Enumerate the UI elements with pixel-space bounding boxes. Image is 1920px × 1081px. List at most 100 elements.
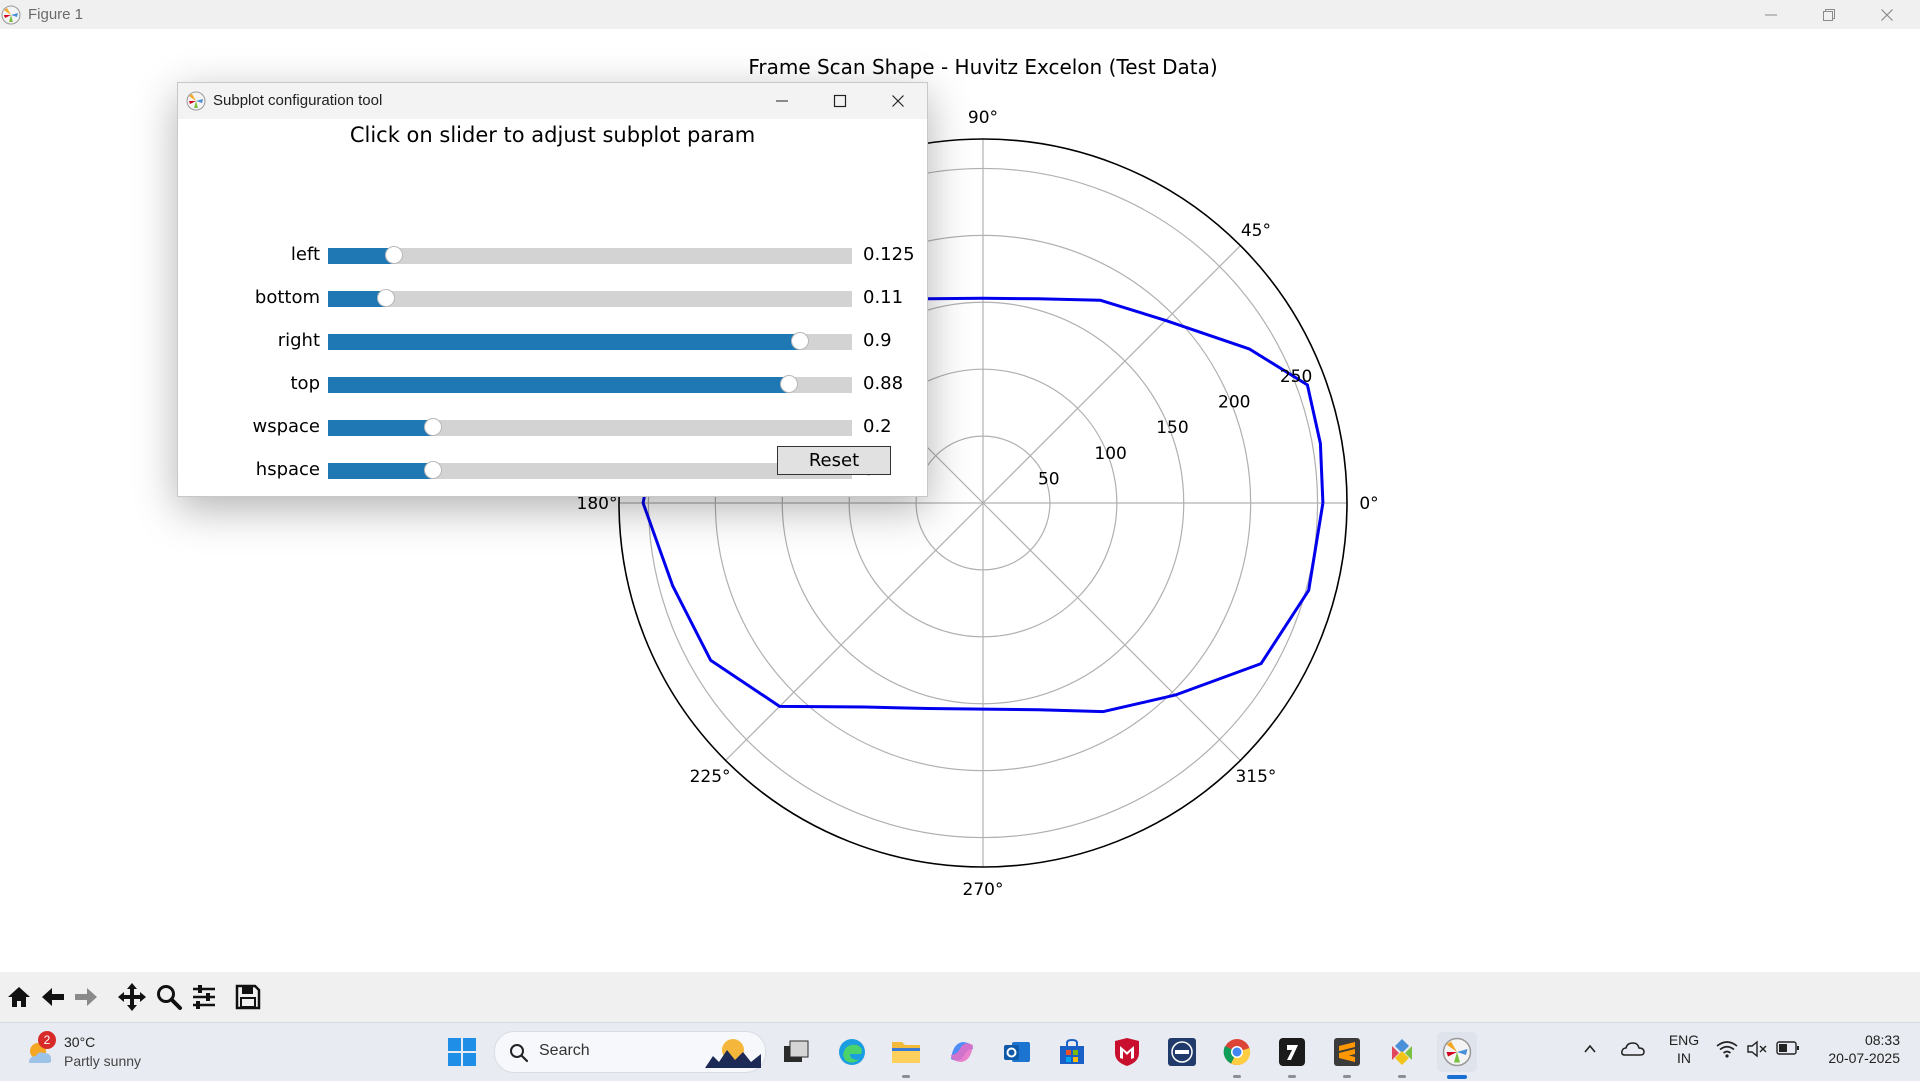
slider-value: 0.9 [863,330,892,351]
taskbar-python-app[interactable] [1382,1032,1422,1078]
taskbar-search[interactable]: Search [494,1031,766,1073]
dialog-minimize-button[interactable] [753,86,811,115]
taskbar-sublime[interactable] [1327,1032,1367,1078]
mcafee-icon [1115,1038,1139,1066]
dialog-maximize-button[interactable] [811,86,869,115]
zoom-button[interactable] [152,980,186,1014]
radial-tick-label: 100 [1094,444,1126,464]
search-highlight-icon [705,1039,761,1068]
onedrive-button[interactable] [1620,1039,1648,1061]
slider-fill [328,420,433,436]
home-button[interactable] [2,980,36,1014]
volume-muted-icon [1747,1040,1767,1058]
battery-button[interactable] [1776,1040,1802,1060]
slider-bottom[interactable]: bottom 0.11 [178,285,927,313]
sublime-text-icon [1334,1038,1360,1066]
angle-tick-label: 45° [1241,221,1271,241]
weather-condition: Partly sunny [64,1053,142,1069]
dialog-close-button[interactable] [869,86,927,115]
taskbar: 2 30°C Partly sunny Search ENG IN 08:33 … [0,1022,1920,1081]
reset-button[interactable]: Reset [777,446,891,475]
taskbar-matplotlib-active[interactable] [1437,1032,1477,1079]
clock-time: 08:33 [1864,1032,1900,1048]
cloud-icon [1621,1042,1645,1056]
minimize-icon [1765,14,1777,15]
pan-icon [118,983,146,1011]
restore-button[interactable] [1800,0,1858,29]
slider-handle[interactable] [423,461,442,479]
slider-value: 0.88 [863,373,904,394]
slider-track[interactable] [328,418,852,436]
matplotlib-app-icon [186,91,206,111]
slider-handle[interactable] [790,332,809,350]
dialog-titlebar[interactable]: Subplot configuration tool [178,83,927,119]
close-button[interactable] [1858,0,1916,29]
window-title: Figure 1 [28,6,84,23]
clock[interactable]: 08:33 20-07-2025 [1806,1032,1900,1072]
slider-handle[interactable] [384,246,403,264]
angle-tick-label: 180° [577,494,618,514]
slider-top[interactable]: top 0.88 [178,371,927,399]
search-icon [510,1044,529,1063]
slider-wspace[interactable]: wspace 0.2 [178,414,927,442]
slider-label: left [290,244,320,265]
angle-tick-label: 225° [690,767,731,787]
slider-track[interactable] [328,461,852,479]
running-indicator [1288,1075,1296,1078]
slider-handle[interactable] [376,289,395,307]
radial-tick-label: 250 [1280,367,1312,387]
weather-widget[interactable]: 2 30°C Partly sunny [20,1031,160,1073]
taskbar-chrome[interactable] [1217,1032,1257,1078]
region-code: IN [1677,1050,1691,1066]
taskbar-edge[interactable] [832,1032,872,1072]
slider-left[interactable]: left 0.125 [178,242,927,270]
slider-value: 0.11 [863,287,904,308]
tray-overflow-button[interactable] [1582,1041,1602,1061]
task-view-icon [784,1040,809,1062]
slider-value: 0.2 [863,416,892,437]
network-button[interactable] [1716,1040,1740,1060]
matplotlib-app-icon [1442,1037,1472,1067]
running-indicator [1398,1075,1406,1078]
maximize-icon [833,94,847,107]
forward-button[interactable] [69,980,103,1014]
slider-track[interactable] [328,289,852,307]
slider-label: top [290,373,321,394]
slider-right[interactable]: right 0.9 [178,328,927,356]
language-indicator[interactable]: ENG IN [1664,1032,1704,1072]
slider-handle[interactable] [423,418,442,436]
taskbar-copilot[interactable] [942,1032,982,1072]
slider-fill [328,463,433,479]
taskbar-task-view[interactable] [776,1032,816,1072]
window-titlebar: Figure 1 [0,0,1920,29]
start-button[interactable] [442,1032,482,1072]
minimize-button[interactable] [1742,0,1800,29]
back-button[interactable] [36,980,70,1014]
taskbar-outlook[interactable] [997,1032,1037,1072]
slider-label: bottom [254,287,320,308]
dialog-title: Subplot configuration tool [213,92,383,109]
weather-temp: 30°C [64,1034,96,1050]
configure-subplots-button[interactable] [187,980,221,1014]
taskbar-file-explorer[interactable] [886,1032,926,1078]
taskbar-terminal-app[interactable] [1272,1032,1312,1078]
terminal-app-icon [1279,1038,1305,1066]
figure-title: Frame Scan Shape - Huvitz Excelon (Test … [748,55,1217,79]
slider-value: 0.125 [863,244,915,265]
slider-label: right [277,330,320,351]
slider-track[interactable] [328,375,852,393]
running-indicator [902,1075,910,1078]
pan-button[interactable] [115,980,149,1014]
outlook-icon [1004,1042,1030,1062]
taskbar-mcafee[interactable] [1107,1032,1147,1072]
slider-track[interactable] [328,332,852,350]
save-button[interactable] [231,980,265,1014]
taskbar-store[interactable] [1052,1032,1092,1072]
minimize-icon [776,100,788,101]
taskbar-dell[interactable] [1162,1032,1202,1072]
slider-handle[interactable] [780,375,799,393]
angle-tick-label: 0° [1359,494,1378,514]
slider-track[interactable] [328,246,852,264]
chevron-up-icon [1584,1044,1596,1053]
volume-button[interactable] [1746,1040,1770,1060]
